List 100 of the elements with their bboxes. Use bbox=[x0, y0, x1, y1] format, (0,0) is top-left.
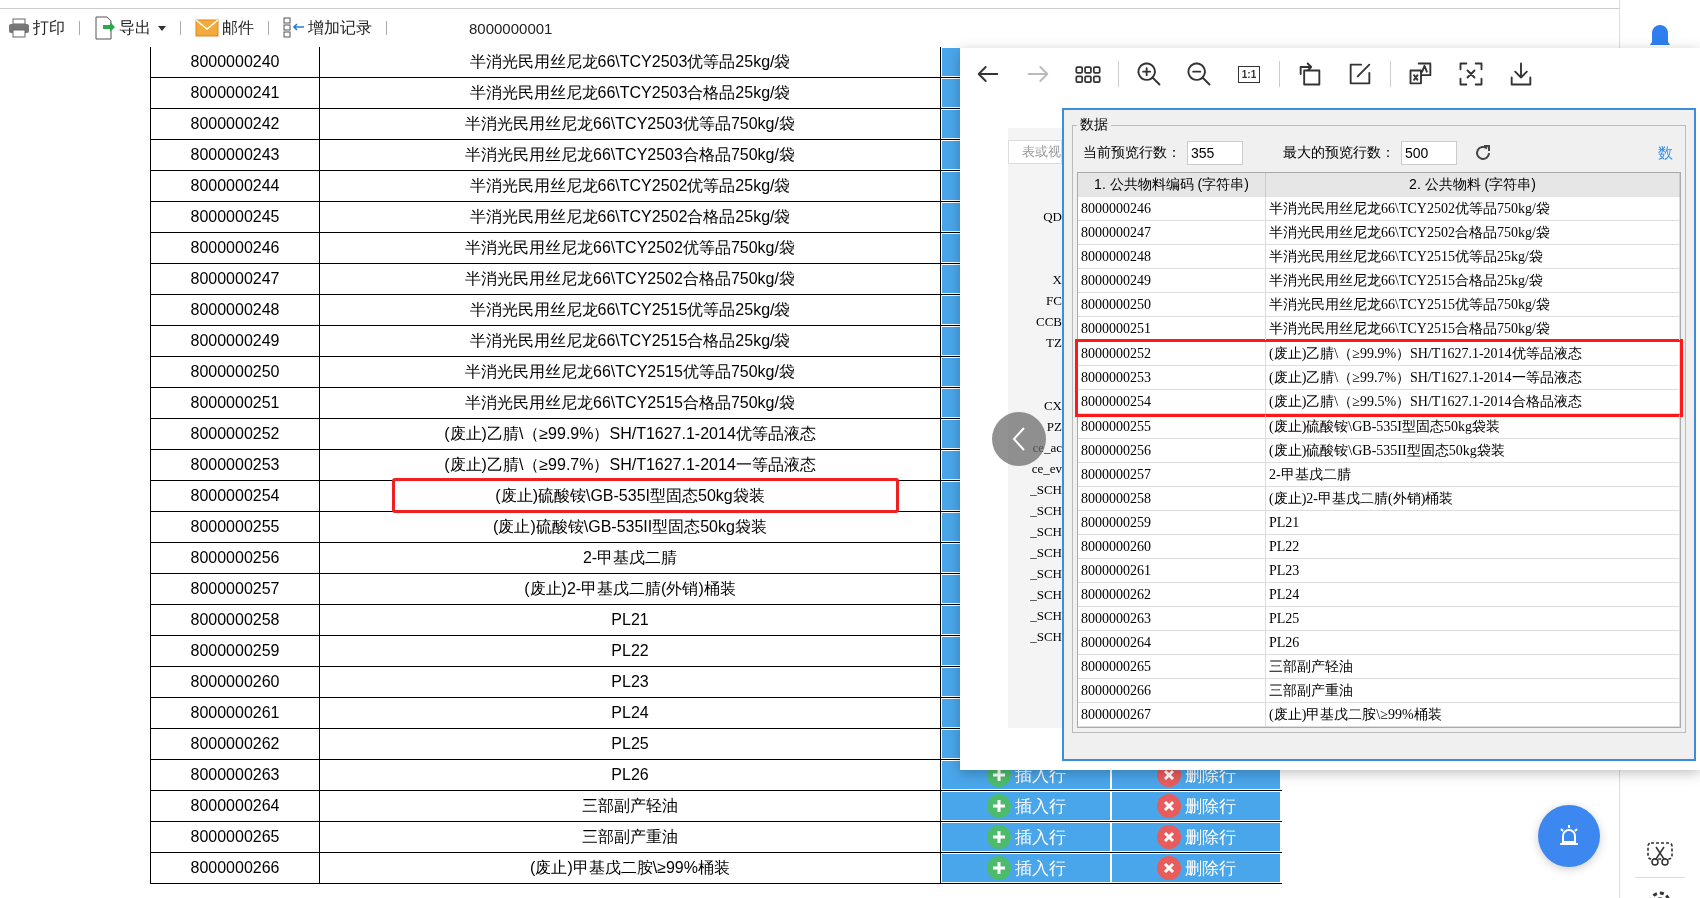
name-cell: PL22 bbox=[1266, 535, 1680, 558]
list-item: QD bbox=[1043, 208, 1062, 226]
name-cell: (废止)乙腈\（≥99.5%）SH/T1627.1-2014合格品液态 bbox=[1266, 390, 1680, 413]
refresh-icon[interactable] bbox=[1473, 143, 1493, 163]
delete-icon bbox=[1156, 856, 1181, 880]
name-cell: 2-甲基戊二腈 bbox=[1266, 463, 1680, 486]
code-cell: 8000000261 bbox=[151, 698, 320, 728]
code-cell: 8000000245 bbox=[151, 202, 320, 232]
code-cell: 8000000265 bbox=[1078, 655, 1266, 678]
code-cell: 8000000262 bbox=[1078, 583, 1266, 606]
name-cell: 半消光民用丝尼龙66\TCY2515优等品750kg/袋 bbox=[1266, 293, 1680, 316]
code-cell: 8000000250 bbox=[1078, 293, 1266, 316]
code-cell: 8000000248 bbox=[1078, 245, 1266, 268]
list-item: X bbox=[1052, 271, 1062, 289]
code-cell: 8000000246 bbox=[151, 233, 320, 263]
alarm-button[interactable] bbox=[1538, 805, 1600, 867]
code-cell: 8000000253 bbox=[1078, 366, 1266, 389]
insert-row-button[interactable]: 插入行 bbox=[941, 853, 1111, 883]
code-cell: 8000000264 bbox=[151, 791, 320, 821]
data-link[interactable]: 数 bbox=[1658, 143, 1673, 163]
name-cell: PL21 bbox=[1266, 511, 1680, 534]
bell-icon[interactable] bbox=[1648, 22, 1672, 48]
code-cell: 8000000244 bbox=[151, 171, 320, 201]
delete-icon bbox=[1156, 825, 1181, 849]
toolbar-button[interactable]: 打印 bbox=[6, 17, 67, 39]
code-cell: 8000000263 bbox=[1078, 607, 1266, 630]
toolbar-button[interactable]: 导出 bbox=[92, 16, 168, 40]
name-cell: 半消光民用丝尼龙66\TCY2515优等品25kg/袋 bbox=[1266, 245, 1680, 268]
column-header[interactable]: 1. 公共物料编码 (字符串) bbox=[1078, 173, 1266, 197]
plus-icon bbox=[986, 794, 1011, 818]
list-item: _SCH bbox=[1030, 502, 1062, 520]
list-item: _SCH bbox=[1030, 544, 1062, 562]
name-cell: 三部副产轻油 bbox=[1266, 655, 1680, 678]
list-item: TZ bbox=[1046, 334, 1062, 352]
code-cell: 8000000260 bbox=[1078, 535, 1266, 558]
plus-icon bbox=[986, 825, 1011, 849]
name-cell: 三部副产重油 bbox=[1266, 679, 1680, 702]
input-field[interactable]: 500 bbox=[1401, 141, 1457, 165]
delete-icon bbox=[1156, 794, 1181, 818]
delete-row-button[interactable]: 删除行 bbox=[1111, 853, 1281, 883]
printer-icon bbox=[8, 18, 30, 38]
name-cell: (废止)甲基戊二胺\≥99%桶装 bbox=[1266, 703, 1680, 726]
toolbar-button[interactable]: 增加记录 bbox=[281, 17, 374, 39]
insert-row-button[interactable]: 插入行 bbox=[941, 822, 1111, 852]
envelope-icon bbox=[195, 19, 219, 37]
code-cell: 8000000265 bbox=[151, 822, 320, 852]
code-cell: 8000000251 bbox=[1078, 317, 1266, 340]
code-cell: 8000000255 bbox=[1078, 415, 1266, 438]
name-cell: PL23 bbox=[1266, 559, 1680, 582]
code-cell: 8000000240 bbox=[151, 47, 320, 77]
code-cell: 8000000253 bbox=[151, 450, 320, 480]
add-record-icon bbox=[283, 17, 305, 39]
code-cell: 8000000261 bbox=[1078, 559, 1266, 582]
screenshot-icon[interactable] bbox=[1646, 841, 1674, 867]
code-cell: 8000000266 bbox=[1078, 679, 1266, 702]
toolbar-button[interactable]: 邮件 bbox=[193, 17, 256, 39]
name-cell: PL24 bbox=[1266, 583, 1680, 606]
record-code: 8000000001 bbox=[469, 19, 553, 37]
code-cell: 8000000242 bbox=[151, 109, 320, 139]
code-cell: 8000000256 bbox=[151, 543, 320, 573]
zoom-out-icon bbox=[1185, 60, 1213, 88]
list-item: _SCH bbox=[1030, 565, 1062, 583]
name-cell: 半消光民用丝尼龙66\TCY2502合格品750kg/袋 bbox=[1266, 221, 1680, 244]
code-cell: 8000000257 bbox=[151, 574, 320, 604]
name-cell: (废止)硫酸铵\GB-535I型固态50kg袋装 bbox=[1266, 415, 1680, 438]
code-cell: 8000000267 bbox=[1078, 703, 1266, 726]
name-cell: (废止)硫酸铵\GB-535I型固态50kg袋装 bbox=[320, 481, 941, 511]
name-cell: (废止)2-甲基戊二腈(外销)桶装 bbox=[1266, 487, 1680, 510]
code-cell: 8000000248 bbox=[151, 295, 320, 325]
code-cell: 8000000263 bbox=[151, 760, 320, 790]
chevron-left-icon bbox=[1011, 426, 1027, 452]
field-label: 最大的预览行数： bbox=[1283, 144, 1395, 162]
name-cell: 半消光民用丝尼龙66\TCY2515合格品750kg/袋 bbox=[1266, 317, 1680, 340]
ocr-icon bbox=[1457, 60, 1485, 88]
code-cell: 8000000254 bbox=[151, 481, 320, 511]
code-cell: 8000000256 bbox=[1078, 439, 1266, 462]
code-cell: 8000000264 bbox=[1078, 631, 1266, 654]
list-item: CX bbox=[1043, 397, 1062, 415]
input-field[interactable]: 355 bbox=[1187, 141, 1243, 165]
code-cell: 8000000259 bbox=[151, 636, 320, 666]
group-title: 数据 bbox=[1079, 116, 1109, 134]
list-item: _SCH bbox=[1030, 523, 1062, 541]
insert-row-button[interactable]: 插入行 bbox=[941, 791, 1111, 821]
code-cell: 8000000247 bbox=[151, 264, 320, 294]
code-cell: 8000000262 bbox=[151, 729, 320, 759]
code-cell: 8000000254 bbox=[1078, 390, 1266, 413]
column-header[interactable]: 2. 公共物料 (字符串) bbox=[1266, 173, 1680, 197]
list-item: _SCH bbox=[1030, 607, 1062, 625]
name-cell: PL25 bbox=[1266, 607, 1680, 630]
code-cell: 8000000259 bbox=[1078, 511, 1266, 534]
actual-size-button[interactable]: 1:1 bbox=[1231, 56, 1267, 92]
code-cell: 8000000243 bbox=[151, 140, 320, 170]
plus-icon bbox=[986, 856, 1011, 880]
code-cell: 8000000249 bbox=[1078, 269, 1266, 292]
search-field[interactable]: 表或视 bbox=[1008, 140, 1062, 164]
delete-row-button[interactable]: 删除行 bbox=[1111, 822, 1281, 852]
list-item: _SCH bbox=[1030, 586, 1062, 604]
code-cell: 8000000258 bbox=[151, 605, 320, 635]
code-cell: 8000000260 bbox=[151, 667, 320, 697]
delete-row-button[interactable]: 删除行 bbox=[1111, 791, 1281, 821]
